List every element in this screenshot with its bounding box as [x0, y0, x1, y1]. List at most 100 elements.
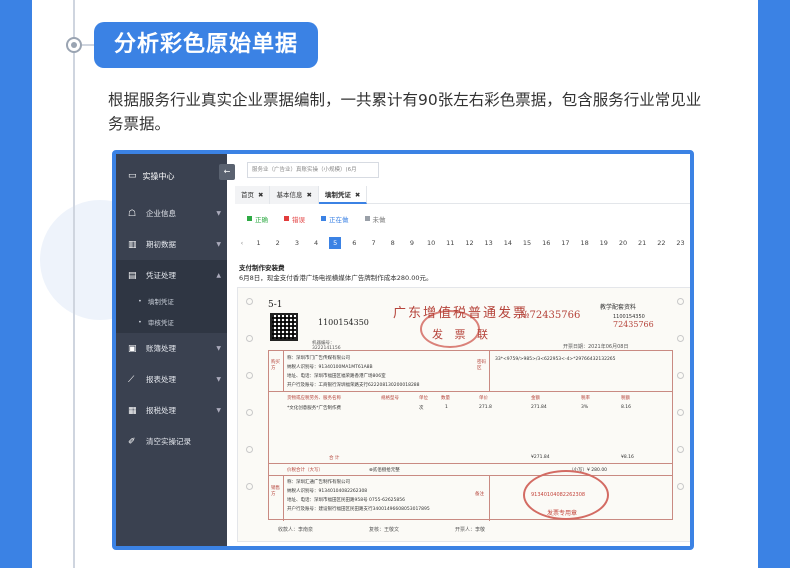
page-number[interactable]: 1 [249, 237, 268, 249]
legend-label: 未做 [372, 216, 386, 224]
book-icon: ▣ [128, 343, 137, 354]
tax-icon: ▦ [128, 405, 137, 416]
section-description: 根据服务行业真实企业票据编制，一共累计有90张左右彩色票据，包含服务行业常见业务… [108, 91, 702, 133]
sidebar-item-label: 清空实操记录 [146, 437, 191, 446]
close-icon[interactable]: ✖ [258, 191, 263, 199]
page-number[interactable]: 2 [268, 237, 287, 249]
total-tax: ¥8.16 [621, 455, 634, 460]
seal-label: 发票专用章 [547, 510, 578, 517]
close-icon[interactable]: ✖ [355, 191, 360, 199]
sidebar-item-reports[interactable]: ⟋ 报表处理 ▼ [116, 364, 227, 395]
chevron-down-icon: ▼ [216, 407, 221, 414]
page-number[interactable]: 23 [671, 237, 690, 249]
total-amount: ¥271.84 [531, 455, 550, 460]
sidebar-item-company-info[interactable]: ☖ 企业信息 ▼ [116, 198, 227, 229]
prev-page-icon[interactable]: ‹ [235, 239, 249, 247]
sidebar-header-label: 实操中心 [142, 171, 175, 181]
invoice-code: 1100154350 [318, 318, 369, 327]
tab-basic-info[interactable]: 基本信息 ✖ [270, 186, 319, 204]
invoice-copy-name: 发 票 联 [432, 328, 492, 341]
chevron-down-icon: ▼ [216, 210, 221, 217]
voucher-icon: ▤ [128, 270, 137, 281]
page-number[interactable]: 15 [517, 237, 536, 249]
main-panel: ← 服务业（广告业）真账实操（小规模）(6月 首页 ✖ 基本信息 ✖ 填制凭证 ✖ 正… [219, 154, 690, 546]
page-number[interactable]: 14 [498, 237, 517, 249]
grid-divider [269, 475, 672, 476]
seller-label: 销售方 [271, 486, 280, 497]
grid-divider [269, 391, 672, 392]
page-number[interactable]: 18 [575, 237, 594, 249]
sidebar-item-books[interactable]: ▣ 账簿处理 ▼ [116, 333, 227, 364]
legend-not-done: 未做 [364, 214, 386, 224]
item-qty: 1 [445, 405, 448, 410]
page-number[interactable]: 17 [556, 237, 575, 249]
seller-name: 称：深圳汇通广告制作有限公司 [287, 480, 350, 485]
search-input[interactable]: 服务业（广告业）真账实操（小规模）(6月 [247, 162, 379, 178]
page-number[interactable]: 19 [594, 237, 613, 249]
sidebar-item-tax[interactable]: ▦ 报税处理 ▼ [116, 395, 227, 426]
sidebar-subitem-label: 审核凭证 [147, 319, 174, 327]
timeline-line [73, 0, 75, 568]
page-number[interactable]: 4 [306, 237, 325, 249]
sidebar-subitem-fill-voucher[interactable]: • 填制凭证 [116, 291, 227, 311]
page-number[interactable]: 3 [287, 237, 306, 249]
page-number[interactable]: 5 [329, 237, 342, 249]
page-number[interactable]: 7 [364, 237, 383, 249]
perforation-right [677, 298, 685, 520]
remarks-label: 备注 [475, 492, 484, 497]
page-number[interactable]: 8 [383, 237, 402, 249]
invoice-footer: 收款人：李南泉 复核：王敬文 开票人：李敬 [278, 526, 485, 533]
section-title: 分析彩色原始单据 [94, 22, 319, 68]
bullet-icon: • [138, 297, 142, 305]
sidebar-item-voucher[interactable]: ▤ 凭证处理 ▲ [116, 260, 227, 291]
page-number[interactable]: 10 [422, 237, 441, 249]
page-number[interactable]: 6 [345, 237, 364, 249]
tab-home[interactable]: 首页 ✖ [235, 186, 271, 204]
item-name: *文化创意服务*广告制作费 [287, 406, 341, 411]
legend-wrong: 错误 [284, 214, 305, 224]
building-icon: ☖ [128, 208, 137, 219]
col-rate: 税率 [581, 396, 590, 401]
chevron-down-icon: ▼ [216, 376, 221, 383]
clear-icon: ✐ [128, 436, 136, 447]
invoice-number: №72435766 [520, 310, 581, 321]
grand-total-words: ⊗贰佰捌拾元整 [369, 468, 400, 473]
tab-label: 填制凭证 [324, 191, 351, 199]
tab-bar: 首页 ✖ 基本信息 ✖ 填制凭证 ✖ [235, 186, 690, 204]
page-number[interactable]: 21 [633, 237, 652, 249]
sidebar-item-clear-records[interactable]: ✐ 清空实操记录 [116, 426, 227, 457]
legend-in-progress: 正在做 [321, 214, 349, 224]
page-number[interactable]: 22 [652, 237, 671, 249]
grid-divider [269, 463, 672, 464]
page-number[interactable]: 20 [613, 237, 632, 249]
sidebar-header[interactable]: ▭ 实操中心 [116, 154, 227, 198]
sidebar-item-opening-data[interactable]: ▥ 期初数据 ▼ [116, 229, 227, 260]
sidebar-toggle-button[interactable]: ← [219, 164, 235, 180]
left-blue-border [0, 0, 32, 568]
page-number[interactable]: 11 [441, 237, 460, 249]
item-tax: 8.16 [621, 405, 632, 410]
sidebar-subitem-review-voucher[interactable]: • 审核凭证 [116, 311, 227, 333]
app-screenshot: ▭ 实操中心 ☖ 企业信息 ▼ ▥ 期初数据 ▼ ▤ 凭证处理 ▲ • 填制凭证… [112, 150, 694, 550]
sidebar-item-label: 报税处理 [146, 406, 176, 415]
grid-vline [283, 475, 284, 521]
page-number[interactable]: 13 [479, 237, 498, 249]
tab-label: 基本信息 [276, 191, 303, 199]
cipher-text: 33*<9759/>985>/3<622953<-4>*297664321322… [495, 357, 616, 362]
page-number[interactable]: 9 [402, 237, 421, 249]
timeline-connector [82, 44, 94, 46]
chevron-up-icon: ▲ [216, 272, 221, 279]
page-number[interactable]: 12 [460, 237, 479, 249]
status-legend: 正确 错误 正在做 未做 [247, 214, 386, 224]
page-number[interactable]: 16 [537, 237, 556, 249]
right-blue-border [758, 0, 790, 568]
grid-vline [283, 351, 284, 391]
close-icon[interactable]: ✖ [306, 191, 311, 199]
report-icon: ⟋ [128, 374, 135, 385]
item-price: 271.8 [479, 405, 492, 410]
payee: 收款人：李南泉 [278, 527, 314, 533]
col-price: 单价 [479, 396, 488, 401]
sidebar: ▭ 实操中心 ☖ 企业信息 ▼ ▥ 期初数据 ▼ ▤ 凭证处理 ▲ • 填制凭证… [116, 154, 227, 546]
tab-fill-voucher[interactable]: 填制凭证 ✖ [318, 186, 368, 204]
invoice-watermark-note: 教学配套资料 [600, 304, 637, 311]
